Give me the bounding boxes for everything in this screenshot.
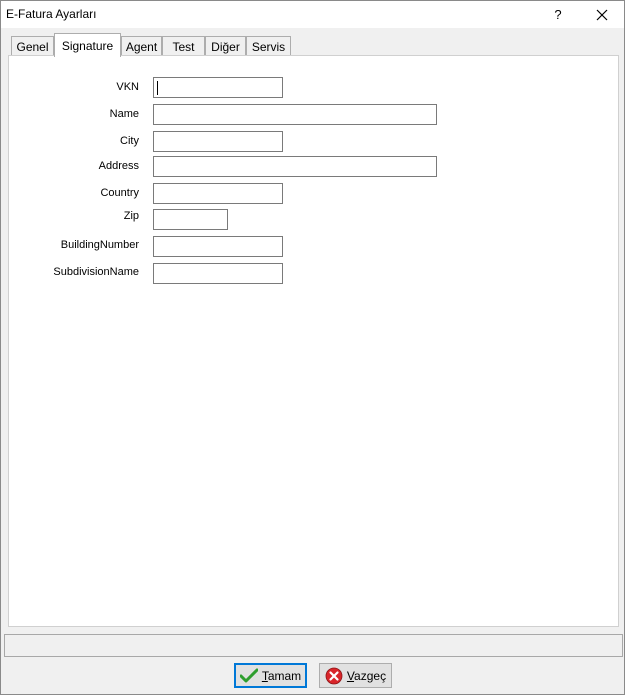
- building-number-field[interactable]: [153, 236, 283, 257]
- window-title: E-Fatura Ayarları: [6, 7, 97, 21]
- city-label: City: [120, 135, 139, 147]
- ok-button[interactable]: Tamam: [234, 663, 307, 688]
- tab-label: Signature: [61, 38, 114, 53]
- check-icon: [239, 668, 258, 682]
- tab-label: Genel: [16, 39, 49, 54]
- close-button[interactable]: [579, 1, 625, 28]
- city-field[interactable]: [153, 131, 283, 152]
- building-number-label: BuildingNumber: [60, 239, 139, 251]
- address-label: Address: [98, 160, 139, 172]
- country-label: Country: [100, 187, 139, 199]
- cancel-label: Vazgeç: [346, 668, 387, 683]
- tab-genel[interactable]: Genel: [11, 36, 54, 56]
- subdivision-name-field[interactable]: [153, 263, 283, 284]
- tab-strip: Genel Signature Agent Test Diğer Servis: [9, 33, 619, 57]
- help-icon: ?: [554, 7, 562, 22]
- vkn-label: VKN: [116, 81, 139, 93]
- country-field[interactable]: [153, 183, 283, 204]
- tab-test[interactable]: Test: [162, 36, 205, 56]
- tab-servis[interactable]: Servis: [246, 36, 291, 56]
- subdivision-name-label: SubdivisionName: [53, 266, 139, 278]
- dialog-window: E-Fatura Ayarları ? Genel Signature Agen…: [0, 0, 625, 695]
- tab-signature[interactable]: Signature: [54, 33, 121, 57]
- signature-panel: VKN Name City Address Country Zip Buildi…: [8, 55, 619, 627]
- text-caret: [157, 81, 158, 95]
- tab-diger[interactable]: Diğer: [205, 36, 246, 56]
- tab-agent[interactable]: Agent: [121, 36, 162, 56]
- tab-label: Diğer: [211, 39, 240, 54]
- title-bar: E-Fatura Ayarları ?: [1, 1, 624, 28]
- close-icon: [596, 9, 608, 20]
- vkn-field[interactable]: [153, 77, 283, 98]
- name-label: Name: [109, 108, 139, 120]
- tab-label: Servis: [251, 39, 286, 54]
- ok-label: Tamam: [261, 668, 302, 683]
- zip-field[interactable]: [153, 209, 228, 230]
- name-field[interactable]: [153, 104, 437, 125]
- cancel-button[interactable]: Vazgeç: [319, 663, 392, 688]
- tab-label: Test: [172, 39, 195, 54]
- help-button[interactable]: ?: [535, 1, 581, 28]
- zip-label: Zip: [123, 210, 139, 222]
- address-field[interactable]: [153, 156, 437, 177]
- cancel-x-icon: [325, 667, 343, 684]
- status-bar: [4, 634, 623, 657]
- tab-label: Agent: [125, 39, 158, 54]
